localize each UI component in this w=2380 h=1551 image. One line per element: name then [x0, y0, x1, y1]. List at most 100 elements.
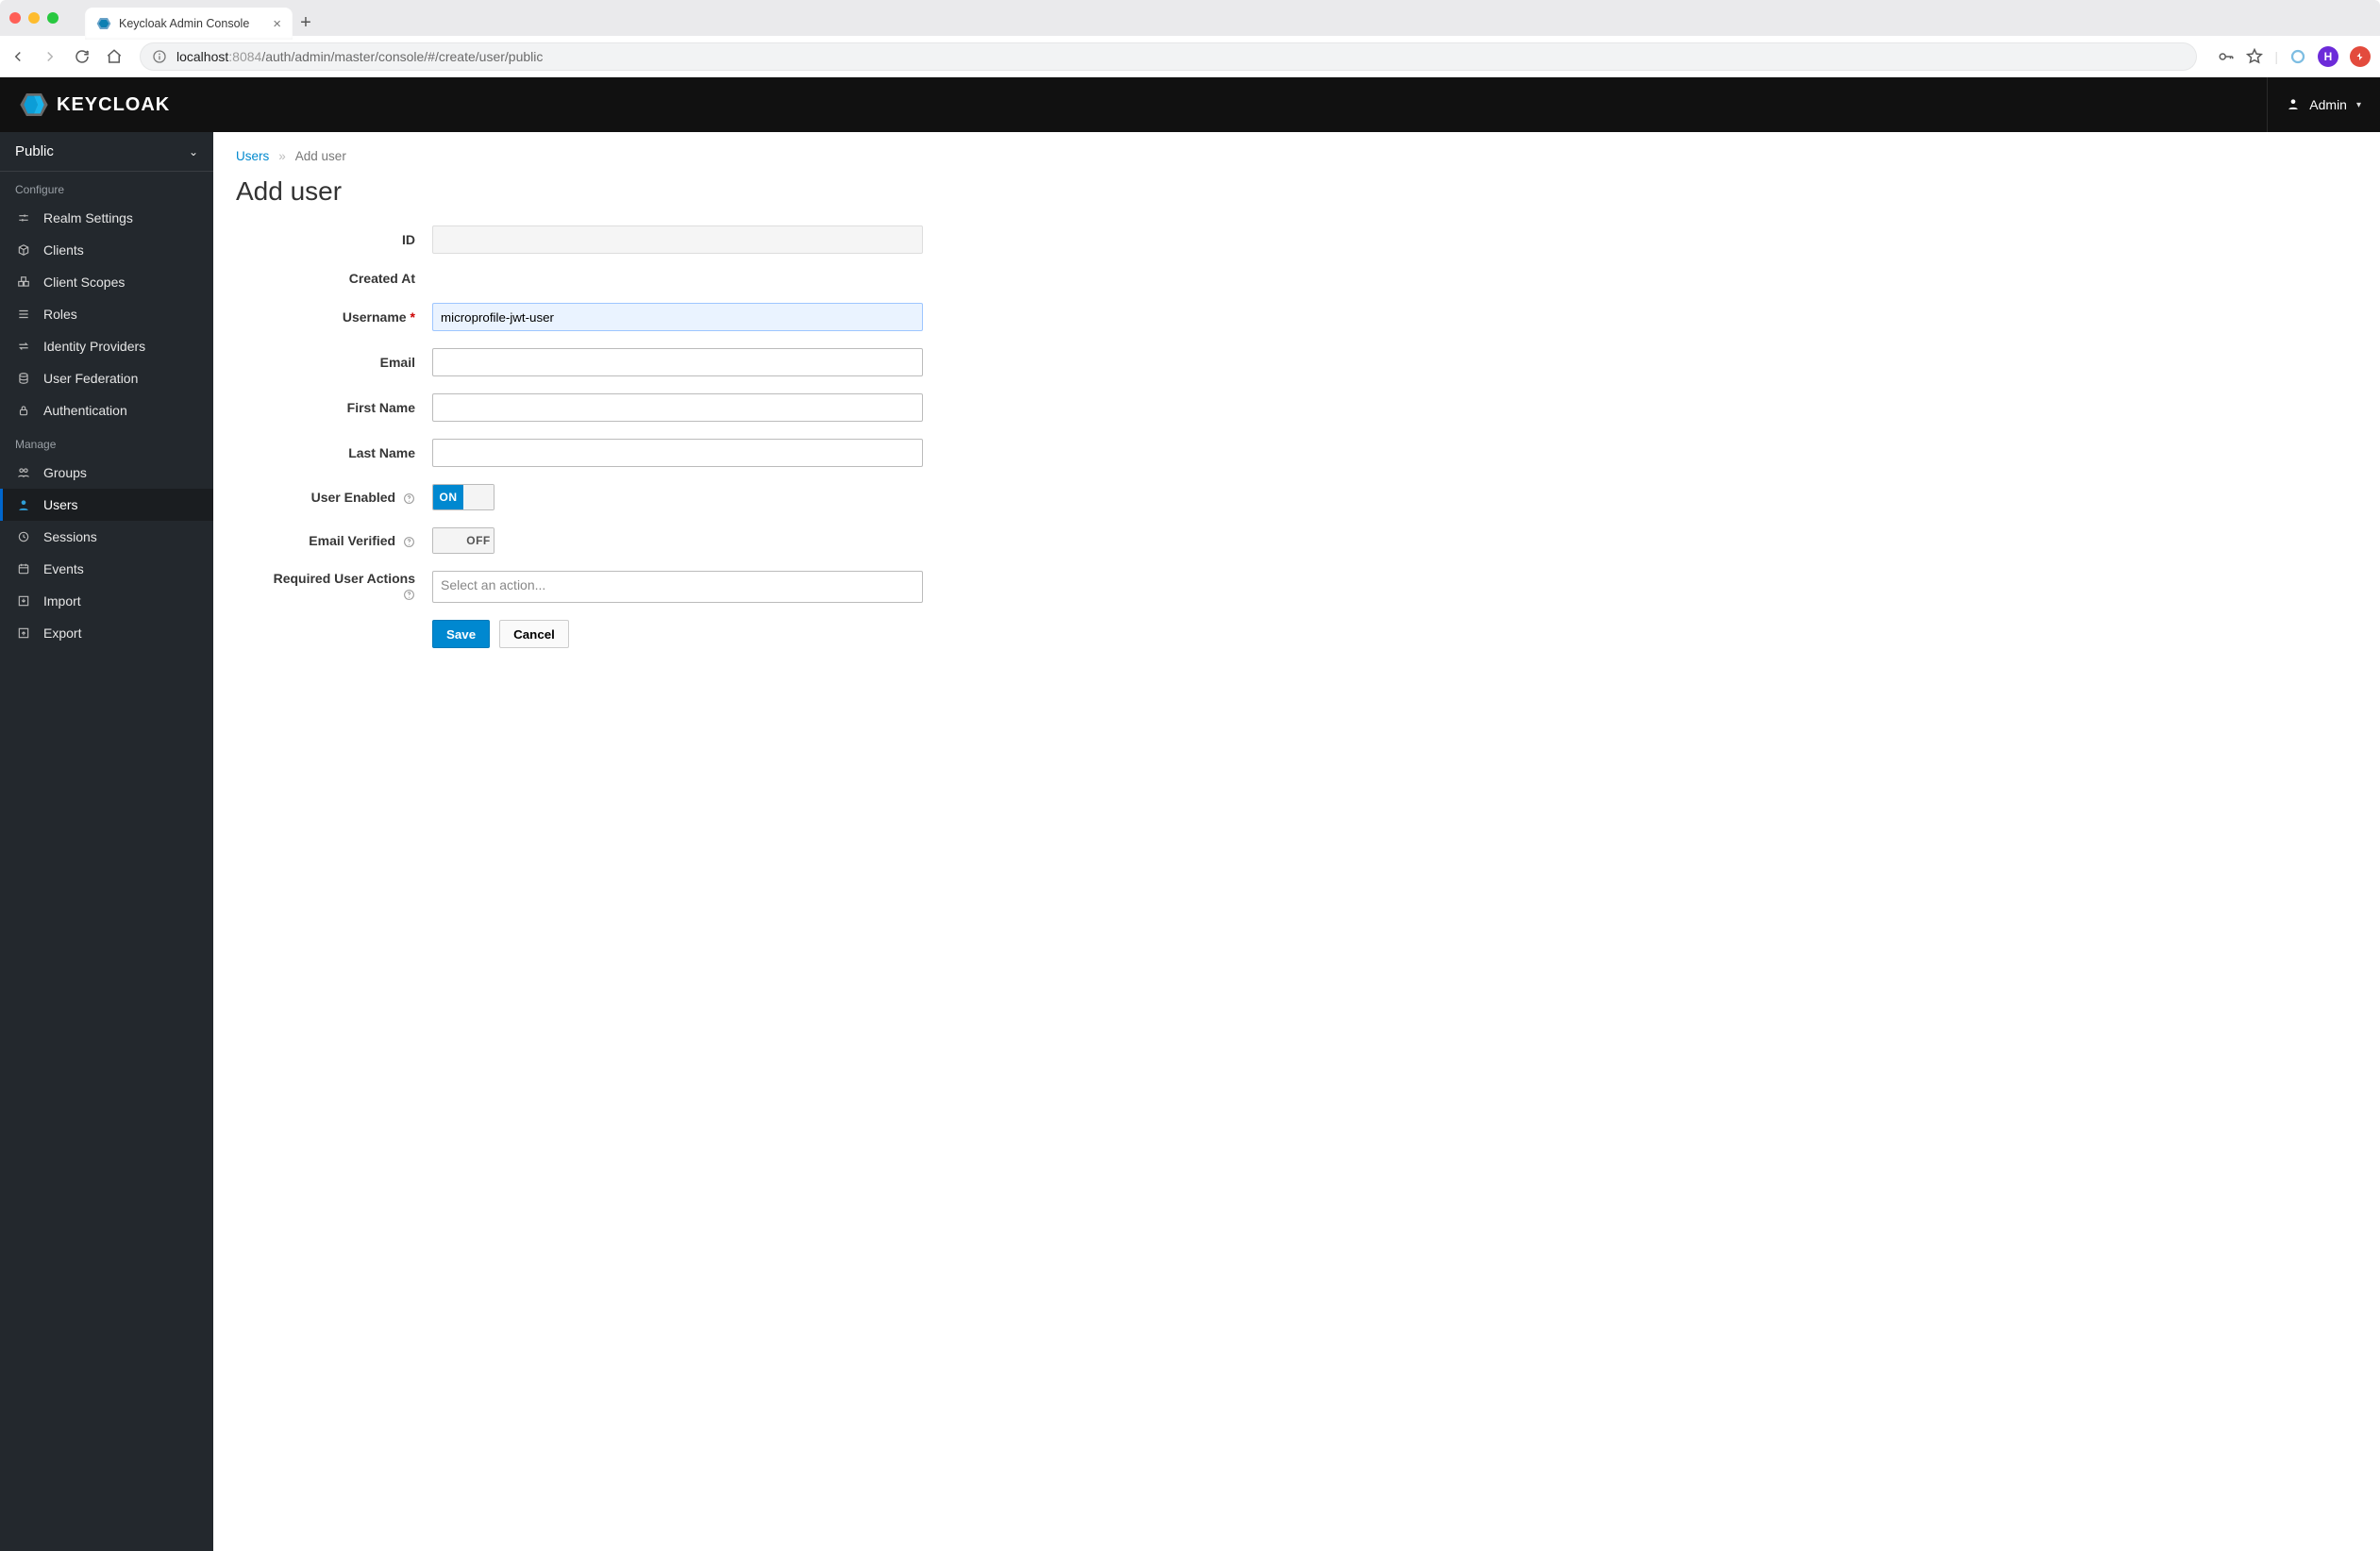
- realm-name: Public: [15, 143, 54, 159]
- breadcrumb-link-users[interactable]: Users: [236, 149, 269, 163]
- label-email-verified: Email Verified: [236, 533, 415, 548]
- sidebar-item-groups[interactable]: Groups: [0, 457, 213, 489]
- lock-icon: [15, 404, 32, 417]
- exchange-icon: [15, 340, 32, 353]
- toggle-on-label: [433, 528, 463, 553]
- app-header: KEYCLOAK Admin ▾: [0, 77, 2380, 132]
- label-user-enabled: User Enabled: [236, 490, 415, 505]
- user-icon: [2287, 97, 2300, 113]
- first-name-field[interactable]: [432, 393, 923, 422]
- label-first-name: First Name: [236, 400, 415, 415]
- url-host: localhost: [176, 49, 228, 64]
- sidebar-item-client-scopes[interactable]: Client Scopes: [0, 266, 213, 298]
- page-title: Add user: [236, 176, 2357, 207]
- new-tab-button[interactable]: +: [293, 9, 319, 36]
- save-button[interactable]: Save: [432, 620, 490, 648]
- keycloak-logo[interactable]: KEYCLOAK: [19, 92, 170, 118]
- address-divider: |: [2274, 49, 2278, 64]
- sidebar-item-clients[interactable]: Clients: [0, 234, 213, 266]
- forward-icon[interactable]: [42, 48, 59, 65]
- help-icon[interactable]: [399, 490, 415, 505]
- browser-titlebar: Keycloak Admin Console × +: [0, 0, 2380, 36]
- address-bar[interactable]: localhost:8084/auth/admin/master/console…: [140, 42, 2197, 71]
- email-field[interactable]: [432, 348, 923, 376]
- required-actions-select[interactable]: Select an action...: [432, 571, 923, 603]
- label-last-name: Last Name: [236, 445, 415, 460]
- calendar-icon: [15, 562, 32, 575]
- address-url: localhost:8084/auth/admin/master/console…: [176, 49, 543, 64]
- realm-selector[interactable]: Public ⌄: [0, 132, 213, 172]
- chevron-down-icon: ⌄: [189, 145, 198, 158]
- browser-tab-active[interactable]: Keycloak Admin Console ×: [85, 8, 293, 40]
- database-icon: [15, 372, 32, 385]
- sidebar-item-user-federation[interactable]: User Federation: [0, 362, 213, 394]
- username-field[interactable]: [432, 303, 923, 331]
- reload-icon[interactable]: [74, 48, 91, 65]
- user-enabled-toggle[interactable]: ON: [432, 484, 494, 510]
- cubes-icon: [15, 275, 32, 289]
- group-icon: [15, 466, 32, 479]
- label-username: Username*: [236, 309, 415, 325]
- label-id: ID: [236, 232, 415, 247]
- url-path: /auth/admin/master/console/#/create/user…: [261, 49, 543, 64]
- toggle-on-label: ON: [433, 485, 463, 509]
- minimize-window-icon[interactable]: [28, 12, 40, 24]
- sidebar-item-sessions[interactable]: Sessions: [0, 521, 213, 553]
- main-content: Users » Add user Add user ID Created At …: [213, 132, 2380, 1551]
- cancel-button[interactable]: Cancel: [499, 620, 569, 648]
- sidebar-item-events[interactable]: Events: [0, 553, 213, 585]
- toggle-off-label: OFF: [463, 528, 494, 553]
- close-window-icon[interactable]: [9, 12, 21, 24]
- id-field: [432, 225, 923, 254]
- url-port: :8084: [228, 49, 261, 64]
- window-controls: [9, 12, 59, 24]
- sidebar-item-realm-settings[interactable]: Realm Settings: [0, 202, 213, 234]
- close-tab-icon[interactable]: ×: [273, 16, 281, 32]
- extension-circle-icon[interactable]: [2289, 48, 2306, 65]
- last-name-field[interactable]: [432, 439, 923, 467]
- breadcrumb: Users » Add user: [236, 149, 2357, 163]
- cube-icon: [15, 243, 32, 257]
- user-icon: [15, 498, 32, 511]
- sidebar-section-configure: Configure: [0, 172, 213, 202]
- sidebar-item-authentication[interactable]: Authentication: [0, 394, 213, 426]
- password-key-icon[interactable]: [2218, 48, 2235, 65]
- toggle-off-label: [463, 485, 494, 509]
- keycloak-logo-text: KEYCLOAK: [57, 94, 170, 116]
- help-icon[interactable]: [403, 586, 415, 601]
- site-info-icon[interactable]: [152, 49, 167, 64]
- sidebar-section-manage: Manage: [0, 426, 213, 457]
- label-email: Email: [236, 355, 415, 370]
- keycloak-favicon-icon: [96, 16, 111, 31]
- chevron-down-icon: ▾: [2356, 100, 2361, 110]
- user-menu-label: Admin: [2309, 97, 2347, 112]
- maximize-window-icon[interactable]: [47, 12, 59, 24]
- breadcrumb-current: Add user: [295, 149, 346, 163]
- add-user-form: ID Created At Username* Email First Name: [236, 225, 1161, 648]
- clock-icon: [15, 530, 32, 543]
- back-icon[interactable]: [9, 48, 26, 65]
- browser-tab-strip: Keycloak Admin Console × +: [85, 0, 319, 36]
- export-icon: [15, 626, 32, 640]
- sidebar-item-roles[interactable]: Roles: [0, 298, 213, 330]
- sidebar-item-identity-providers[interactable]: Identity Providers: [0, 330, 213, 362]
- email-verified-toggle[interactable]: OFF: [432, 527, 494, 554]
- sliders-icon: [15, 211, 32, 225]
- sidebar-item-import[interactable]: Import: [0, 585, 213, 617]
- label-required-actions: Required User Actions: [236, 571, 415, 601]
- home-icon[interactable]: [106, 48, 123, 65]
- list-icon: [15, 308, 32, 321]
- required-indicator-icon: *: [411, 309, 415, 325]
- user-menu[interactable]: Admin ▾: [2267, 77, 2361, 132]
- bookmark-star-icon[interactable]: [2246, 48, 2263, 65]
- label-created-at: Created At: [236, 271, 415, 286]
- import-icon: [15, 594, 32, 608]
- sidebar-item-users[interactable]: Users: [0, 489, 213, 521]
- keycloak-logo-icon: [19, 92, 49, 118]
- profile-avatar-icon[interactable]: H: [2318, 46, 2338, 67]
- breadcrumb-separator-icon: »: [278, 149, 286, 163]
- extension-badge-icon[interactable]: [2350, 46, 2371, 67]
- browser-toolbar: localhost:8084/auth/admin/master/console…: [0, 36, 2380, 77]
- help-icon[interactable]: [399, 533, 415, 548]
- sidebar-item-export[interactable]: Export: [0, 617, 213, 649]
